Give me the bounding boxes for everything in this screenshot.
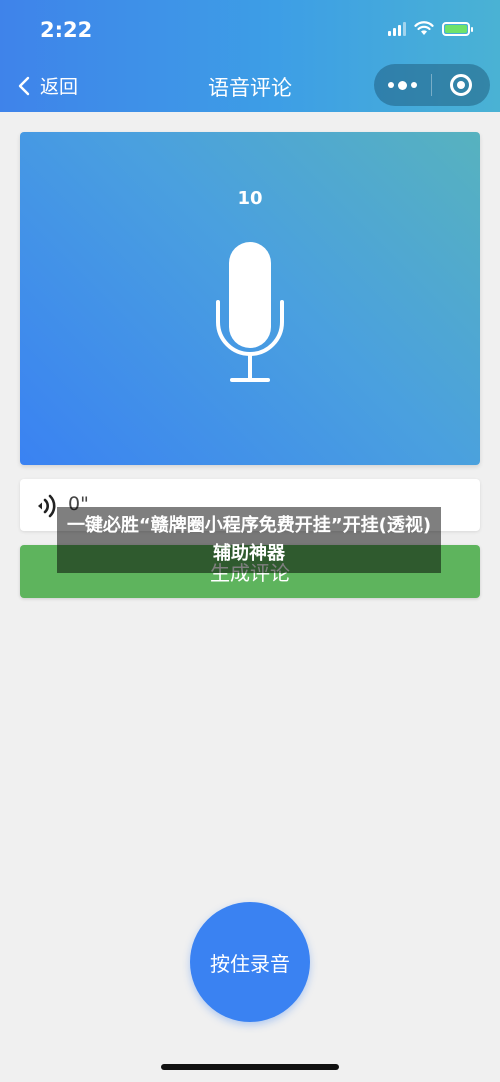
signal-icon bbox=[388, 21, 406, 36]
wifi-icon bbox=[414, 21, 434, 35]
more-dots-icon[interactable] bbox=[374, 80, 431, 90]
battery-charging-icon bbox=[442, 21, 473, 36]
back-button[interactable]: 返回 bbox=[18, 72, 78, 99]
close-target-icon[interactable] bbox=[432, 74, 490, 96]
back-label: 返回 bbox=[40, 76, 79, 98]
mini-program-capsule bbox=[374, 64, 490, 106]
status-time: 2:22 bbox=[40, 18, 93, 42]
hold-to-record-button[interactable]: 按住录音 bbox=[190, 902, 310, 1022]
back-chevron-icon bbox=[18, 76, 30, 95]
overlay-caption: 一键必胜“赣牌圈小程序免费开挂”开挂(透视)辅助神器 bbox=[57, 507, 441, 573]
home-indicator[interactable] bbox=[161, 1064, 339, 1070]
top-header: 2:22 返回 语音评论 bbox=[0, 0, 500, 112]
countdown-timer: 10 bbox=[237, 188, 263, 209]
recording-panel: 10 bbox=[20, 132, 480, 465]
status-icons bbox=[388, 21, 473, 36]
microphone-icon bbox=[216, 242, 284, 382]
